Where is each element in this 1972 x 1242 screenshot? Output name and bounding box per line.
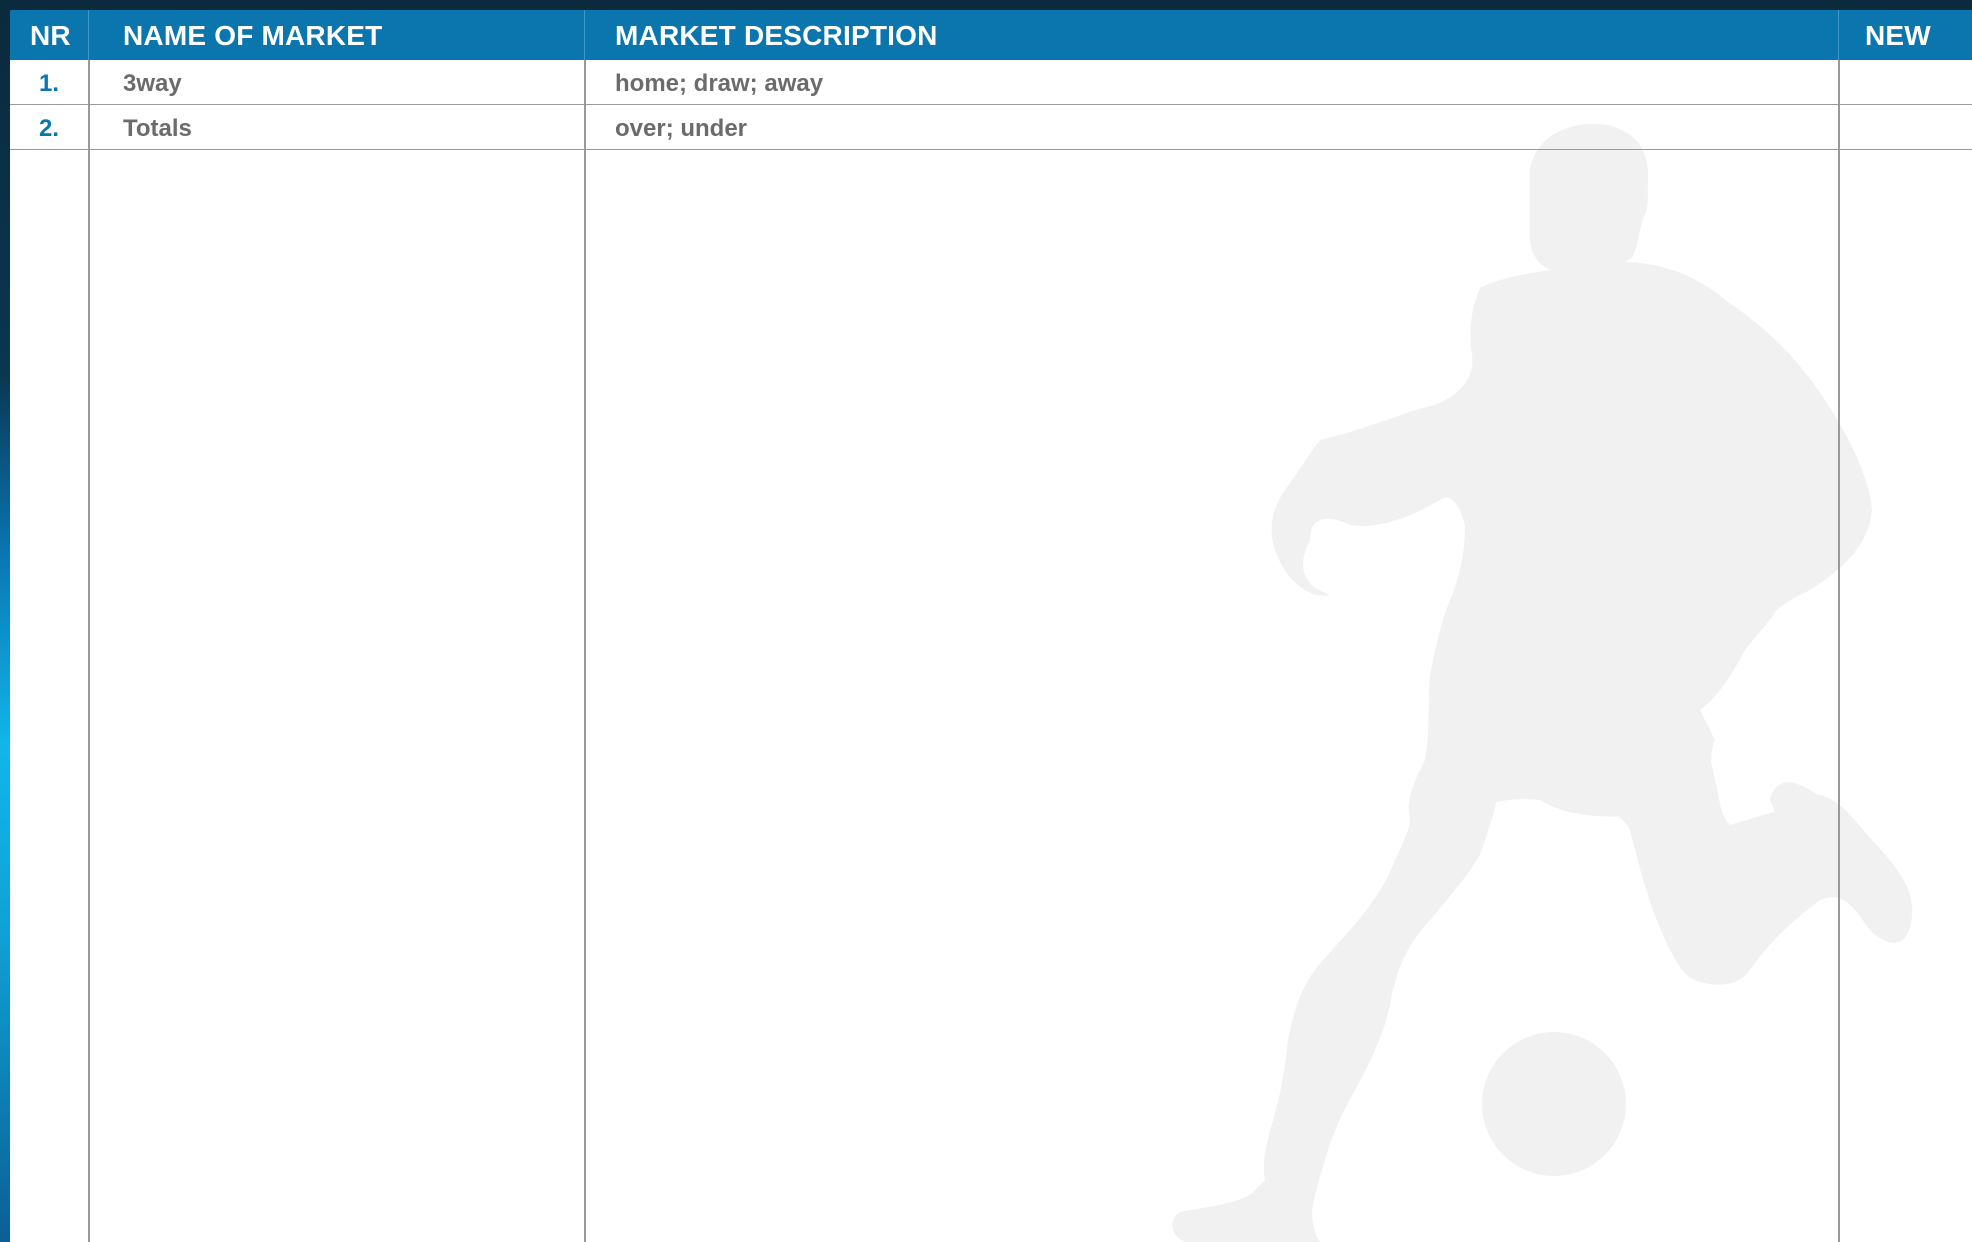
table-header: NR NAME OF MARKET MARKET DESCRIPTION NEW	[10, 10, 1972, 60]
column-divider	[584, 60, 586, 1242]
header-nr: NR	[30, 20, 71, 51]
market-name: 3way	[123, 70, 182, 97]
soccer-player-silhouette	[1172, 123, 1913, 1242]
table-row: 2. Totals over; under	[10, 105, 1972, 150]
row-number: 1.	[38, 70, 59, 97]
header-new: NEW	[1865, 20, 1931, 51]
market-name: Totals	[123, 115, 192, 142]
header-market-description: MARKET DESCRIPTION	[615, 20, 938, 51]
market-description: over; under	[615, 115, 748, 142]
header-name-of-market: NAME OF MARKET	[123, 20, 383, 51]
row-number: 2.	[38, 115, 59, 142]
market-description: home; draw; away	[615, 70, 824, 97]
column-divider	[1838, 60, 1840, 1242]
header-divider	[88, 10, 89, 60]
market-table-sheet: NR NAME OF MARKET MARKET DESCRIPTION NEW…	[10, 10, 1972, 1242]
header-divider	[584, 10, 585, 60]
header-divider	[1838, 10, 1839, 60]
table-row: 1. 3way home; draw; away	[10, 60, 1972, 105]
column-divider	[88, 60, 90, 1242]
